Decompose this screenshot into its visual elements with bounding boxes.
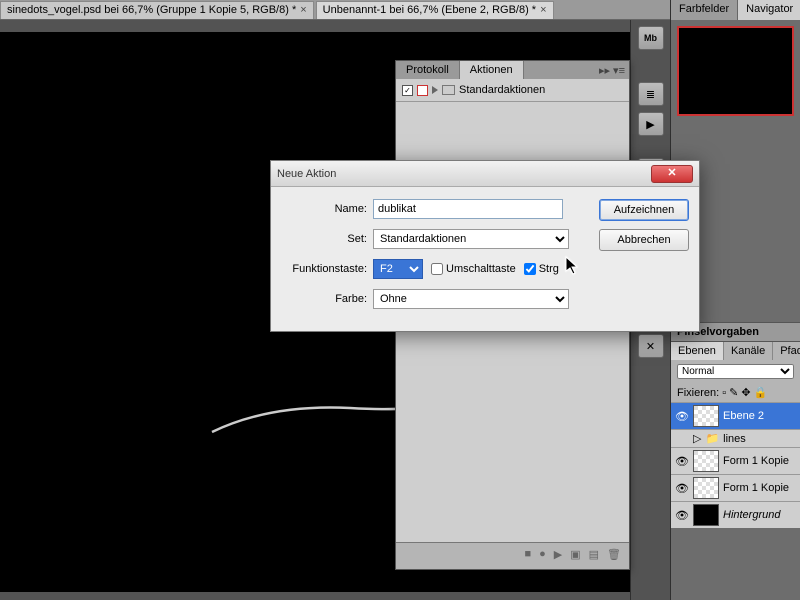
record-button[interactable]: Aufzeichnen xyxy=(599,199,689,221)
tab-protokoll[interactable]: Protokoll xyxy=(396,61,460,79)
lock-move-icon[interactable]: ✥ xyxy=(741,386,750,399)
panel-icon-button[interactable]: Mb xyxy=(638,26,664,50)
set-select[interactable]: Standardaktionen xyxy=(373,229,569,249)
layer-row[interactable]: 👁 Form 1 Kopie xyxy=(671,447,800,474)
lock-brush-icon[interactable]: ✎ xyxy=(729,386,738,399)
action-set-row[interactable]: ✓ Standardaktionen xyxy=(396,79,629,102)
color-label: Farbe: xyxy=(281,293,373,305)
layers-tabs: Ebenen Kanäle Pfade xyxy=(671,342,800,360)
visibility-icon[interactable]: 👁 xyxy=(675,455,689,468)
record-icon[interactable]: ● xyxy=(539,548,546,561)
layer-thumbnail[interactable] xyxy=(693,405,719,427)
ctrl-checkbox[interactable]: Strg xyxy=(524,263,559,275)
close-icon[interactable]: × xyxy=(300,4,306,16)
fkey-label: Funktionstaste: xyxy=(281,263,373,275)
layer-name: Form 1 Kopie xyxy=(723,482,789,494)
dialog-titlebar[interactable]: Neue Aktion ✕ xyxy=(271,161,699,187)
lock-row: Fixieren: ▫ ✎ ✥ 🔒 xyxy=(671,383,800,402)
layer-thumbnail[interactable] xyxy=(693,450,719,472)
navigator-thumbnail[interactable] xyxy=(677,26,794,116)
layer-name: lines xyxy=(723,433,746,445)
layer-row[interactable]: 👁 Hintergrund xyxy=(671,501,800,528)
layer-name: Hintergrund xyxy=(723,509,780,521)
panel-icon-button[interactable]: ▶ xyxy=(638,112,664,136)
panel-tabs: Farbfelder Navigator xyxy=(671,0,800,20)
lock-label: Fixieren: xyxy=(677,387,719,399)
layer-row[interactable]: 👁 Ebene 2 xyxy=(671,402,800,429)
tab-kanaele[interactable]: Kanäle xyxy=(724,342,773,360)
shift-label: Umschalttaste xyxy=(446,263,516,275)
folder-icon xyxy=(442,85,455,95)
expand-icon[interactable] xyxy=(432,86,438,94)
cancel-button[interactable]: Abbrechen xyxy=(599,229,689,251)
checkbox-input[interactable] xyxy=(524,263,536,275)
dialog-toggle-icon[interactable] xyxy=(417,85,428,96)
color-select[interactable]: Ohne xyxy=(373,289,569,309)
layer-thumbnail[interactable] xyxy=(693,477,719,499)
mb-icon: Mb xyxy=(644,33,657,43)
layer-name: Form 1 Kopie xyxy=(723,455,789,467)
layer-row[interactable]: 👁 Form 1 Kopie xyxy=(671,474,800,501)
shift-checkbox[interactable]: Umschalttaste xyxy=(431,263,516,275)
tab-label: Unbenannt-1 bei 66,7% (Ebene 2, RGB/8) * xyxy=(323,4,536,16)
layer-thumbnail[interactable] xyxy=(693,504,719,526)
tools-icon: ✕ xyxy=(646,340,655,353)
set-label: Set: xyxy=(281,233,373,245)
tab-farbfelder[interactable]: Farbfelder xyxy=(671,0,738,20)
folder-icon: 📁 xyxy=(705,432,719,445)
visibility-icon[interactable]: 👁 xyxy=(675,410,689,423)
play-icon: ▶ xyxy=(646,118,654,131)
new-action-icon[interactable]: ▤ xyxy=(589,548,599,561)
dialog-title: Neue Aktion xyxy=(277,168,651,180)
trash-icon[interactable]: 🗑 xyxy=(607,548,621,561)
actions-tabs: Protokoll Aktionen ▸▸ ▾≡ xyxy=(396,61,629,79)
ctrl-label: Strg xyxy=(539,263,559,275)
folder-toggle-icon[interactable]: ▷ xyxy=(693,432,701,445)
panel-menu-icon[interactable]: ▸▸ ▾≡ xyxy=(595,62,629,79)
panel-icon-button[interactable]: ✕ xyxy=(638,334,664,358)
tab-pfade[interactable]: Pfade xyxy=(773,342,800,360)
bars-icon: ≣ xyxy=(646,88,655,101)
document-tab[interactable]: sinedots_vogel.psd bei 66,7% (Gruppe 1 K… xyxy=(0,1,314,19)
visibility-icon[interactable]: 👁 xyxy=(675,509,689,522)
visibility-icon[interactable]: 👁 xyxy=(675,482,689,495)
lock-all-icon[interactable]: 🔒 xyxy=(754,386,768,399)
checkbox-input[interactable] xyxy=(431,263,443,275)
blend-mode-row: Normal xyxy=(671,360,800,383)
new-set-icon[interactable]: ▣ xyxy=(570,548,580,561)
lock-pixels-icon[interactable]: ▫ xyxy=(722,387,726,399)
blend-mode-select[interactable]: Normal xyxy=(677,364,794,379)
panel-icon-button[interactable]: ≣ xyxy=(638,82,664,106)
name-input[interactable] xyxy=(373,199,563,219)
tab-label: sinedots_vogel.psd bei 66,7% (Gruppe 1 K… xyxy=(7,4,296,16)
function-key-select[interactable]: F2 xyxy=(373,259,423,279)
close-icon[interactable]: × xyxy=(540,4,546,16)
layer-name: Ebene 2 xyxy=(723,410,764,422)
action-set-name: Standardaktionen xyxy=(459,84,545,96)
tab-navigator[interactable]: Navigator xyxy=(738,0,800,20)
document-tab[interactable]: Unbenannt-1 bei 66,7% (Ebene 2, RGB/8) *… xyxy=(316,1,554,19)
new-action-dialog: Neue Aktion ✕ Name: Set: Standardaktione… xyxy=(270,160,700,332)
toggle-checkbox[interactable]: ✓ xyxy=(402,85,413,96)
tab-aktionen[interactable]: Aktionen xyxy=(460,61,524,79)
name-label: Name: xyxy=(281,203,373,215)
stop-icon[interactable]: ■ xyxy=(524,548,531,561)
layer-row[interactable]: ▷ 📁 lines xyxy=(671,429,800,447)
play-icon[interactable]: ▶ xyxy=(554,548,562,561)
close-button[interactable]: ✕ xyxy=(651,165,693,183)
actions-footer: ■ ● ▶ ▣ ▤ 🗑 xyxy=(396,542,629,566)
tab-ebenen[interactable]: Ebenen xyxy=(671,342,724,360)
